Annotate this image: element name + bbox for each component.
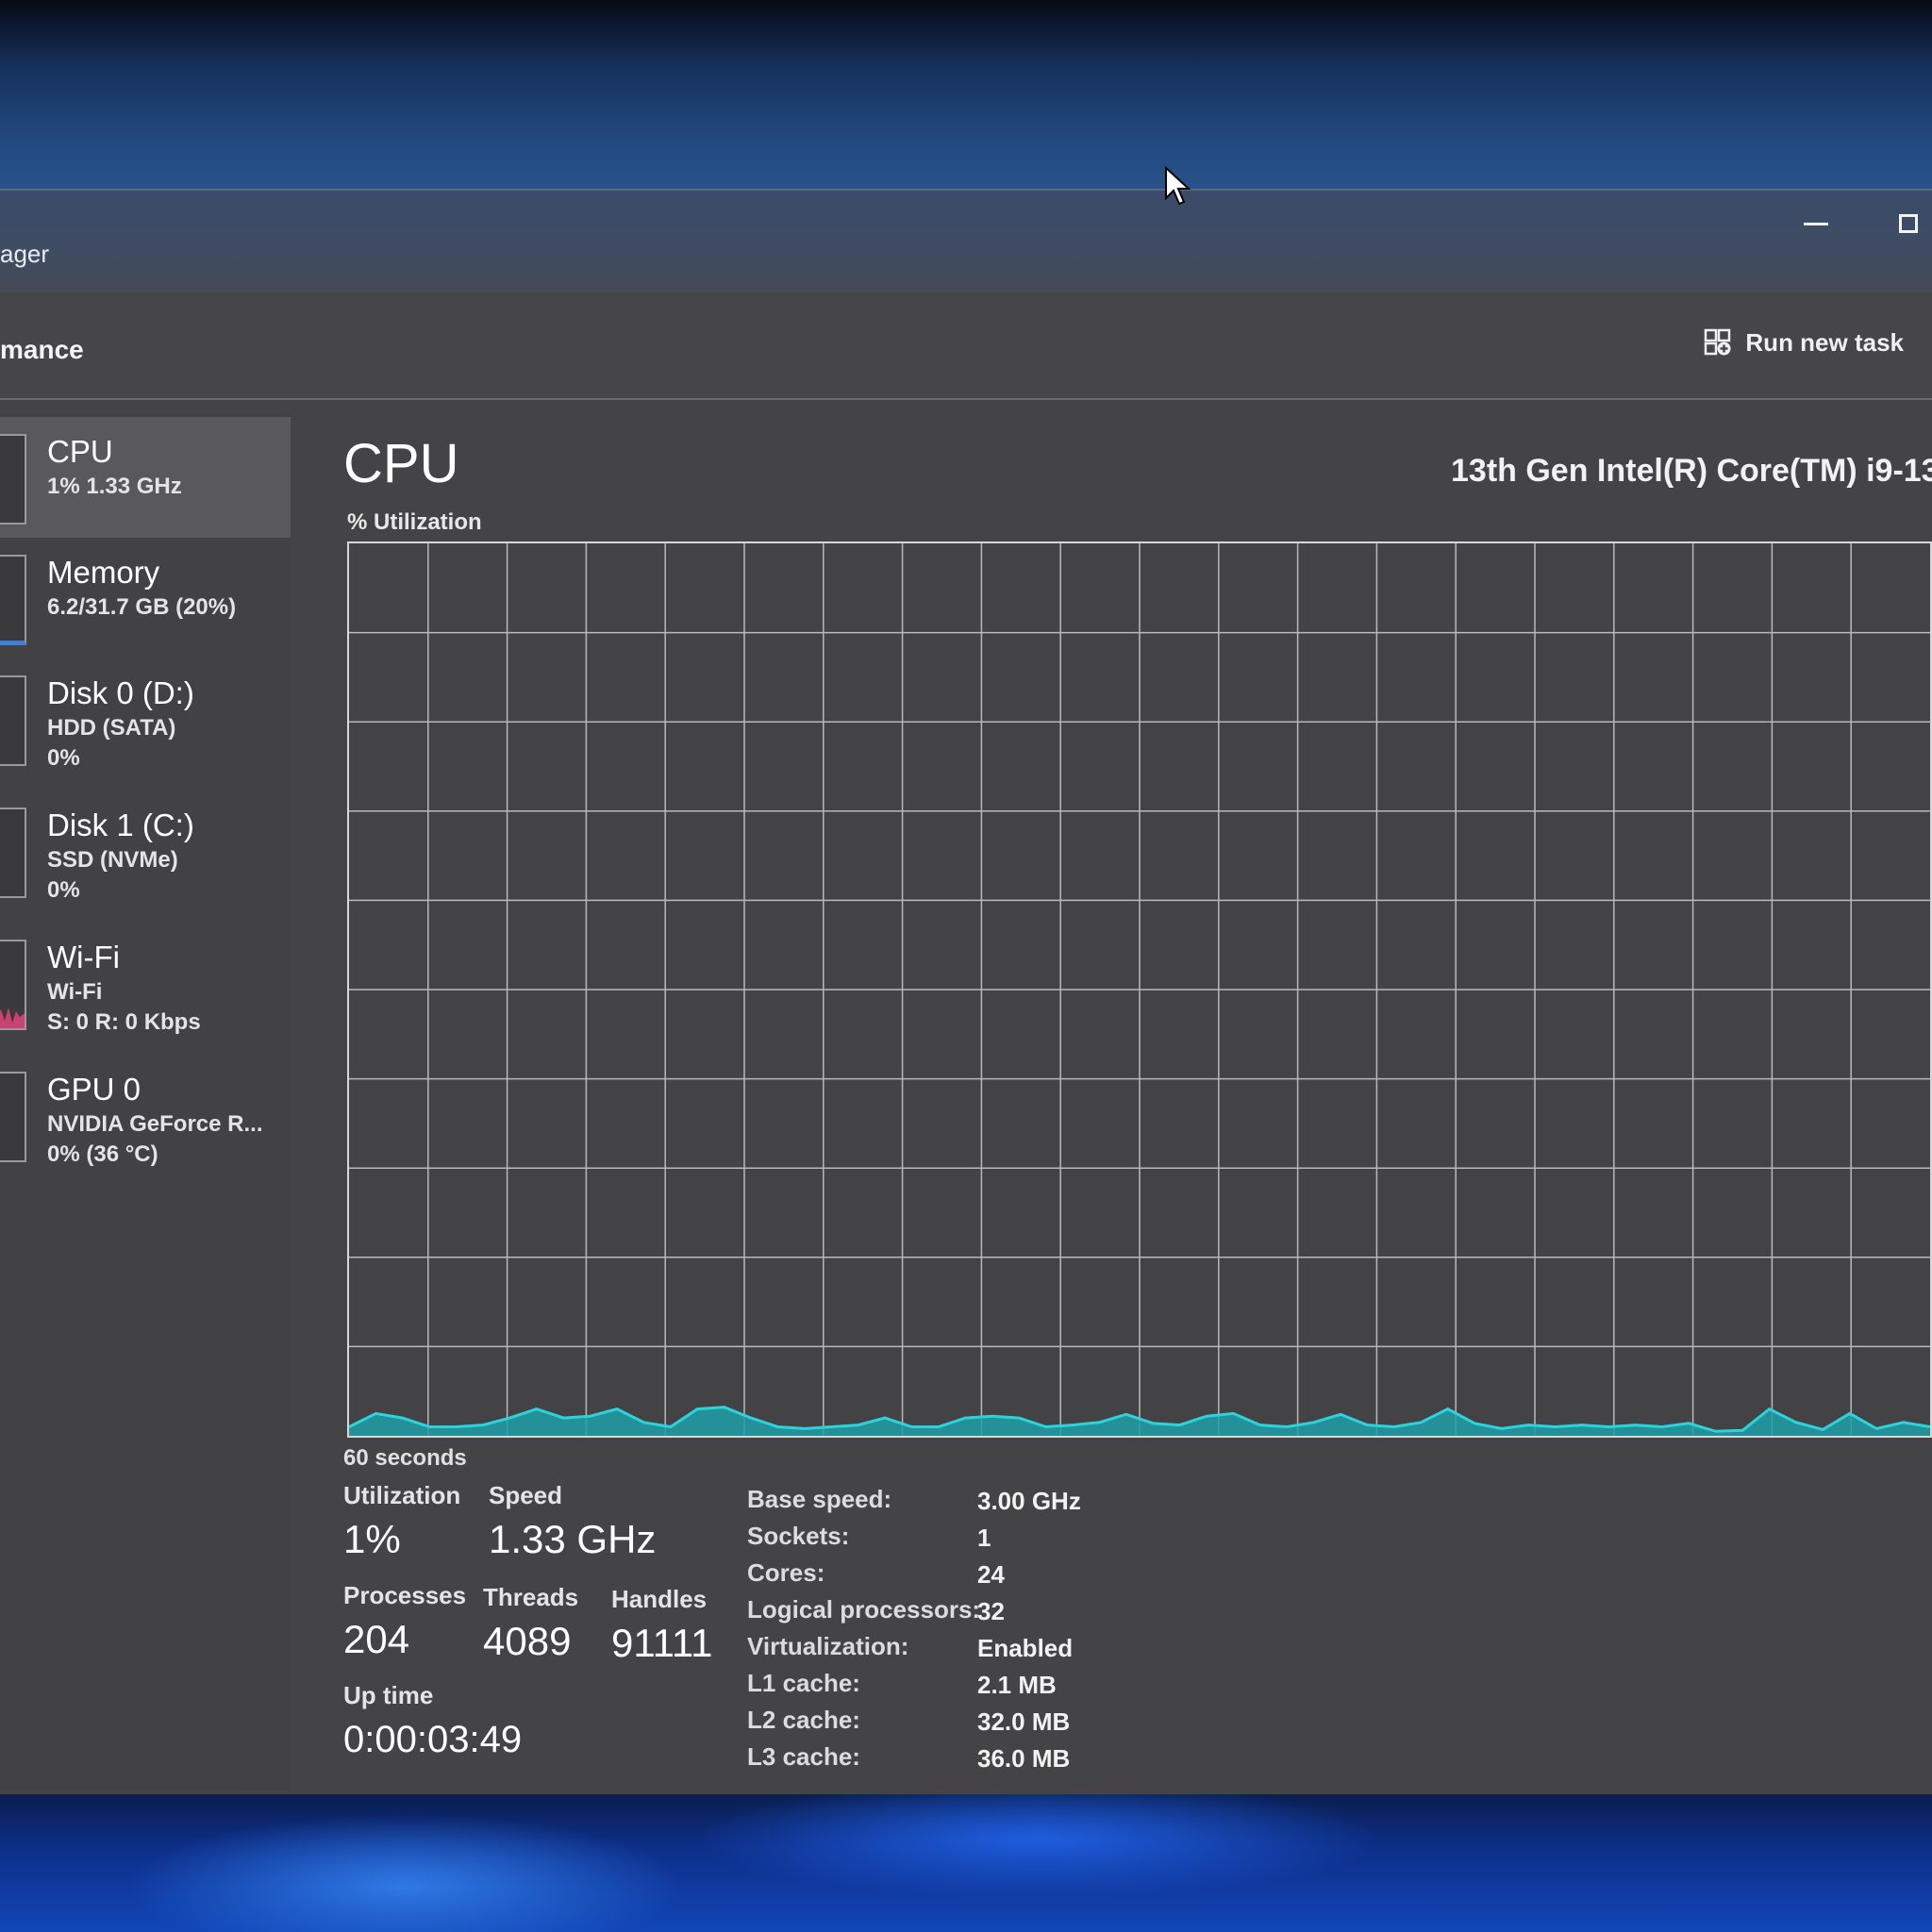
mouse-pointer-icon	[1165, 166, 1191, 206]
window-title: ager	[0, 240, 50, 268]
speed-value: 1.33 GHz	[489, 1517, 657, 1561]
sidebar-item-detail: 6.2/31.7 GB (20%)	[47, 594, 237, 620]
run-new-task-button[interactable]: Run new task	[1687, 319, 1921, 366]
sidebar-item-detail: SSD (NVMe)	[47, 847, 178, 873]
speed-label: Speed	[489, 1481, 563, 1509]
run-new-task-label: Run new task	[1745, 327, 1904, 357]
spec-label-sockets: Sockets:	[747, 1522, 850, 1550]
sidebar-item-name: CPU	[47, 434, 113, 469]
disk-1-thumbnail-graph	[0, 808, 26, 898]
spec-value-virtualization: Enabled	[977, 1634, 1074, 1662]
spec-label-virtualization: Virtualization:	[747, 1632, 909, 1660]
sidebar-item-name: GPU 0	[47, 1072, 142, 1107]
sidebar-item-usage: 0%	[47, 877, 80, 903]
memory-thumbnail-graph	[0, 555, 26, 645]
sidebar-item-memory[interactable]: Memory 6.2/31.7 GB (20%)	[0, 538, 291, 658]
cpu-detail-panel: CPU 13th Gen Intel(R) Core(TM) i9-139 % …	[341, 413, 1932, 1790]
threads-label: Threads	[483, 1583, 579, 1611]
sidebar-item-usage: 0%	[47, 745, 80, 771]
spec-value-base-speed: 3.00 GHz	[977, 1487, 1081, 1515]
gpu-thumbnail-graph	[0, 1072, 26, 1162]
graph-time-span-label: 60 seconds	[343, 1445, 467, 1471]
cpu-model-name: 13th Gen Intel(R) Core(TM) i9-139	[1451, 453, 1932, 489]
uptime-value: 0:00:03:49	[343, 1719, 523, 1760]
performance-sidebar: CPU 1% 1.33 GHz Memory 6.2/31.7 GB (20%)…	[0, 413, 291, 1790]
spec-label-base-speed: Base speed:	[747, 1485, 892, 1513]
spec-value-logical-processors: 32	[977, 1597, 1005, 1625]
utilization-value: 1%	[343, 1517, 401, 1561]
spec-label-logical-processors: Logical processors:	[747, 1595, 981, 1624]
graph-y-label: % Utilization	[347, 509, 482, 535]
sidebar-item-name: Wi-Fi	[47, 940, 120, 974]
desktop-wallpaper-top	[0, 0, 1932, 198]
sidebar-item-wifi[interactable]: Wi-Fi Wi-Fi S: 0 R: 0 Kbps	[0, 923, 291, 1043]
sidebar-item-detail: 1% 1.33 GHz	[47, 474, 182, 499]
cpu-utilization-graph	[347, 541, 1932, 1438]
spec-value-sockets: 1	[977, 1524, 991, 1552]
spec-value-cores: 24	[977, 1560, 1005, 1589]
cpu-utilization-chart	[349, 543, 1930, 1436]
processes-value: 204	[343, 1617, 410, 1661]
disk-0-thumbnail-graph	[0, 675, 26, 766]
spec-label-l3-cache: L3 cache:	[747, 1742, 860, 1771]
sidebar-item-name: Disk 0 (D:)	[47, 675, 194, 710]
sidebar-item-detail: HDD (SATA)	[47, 715, 176, 741]
sidebar-item-disk-1[interactable]: Disk 1 (C:) SSD (NVMe) 0%	[0, 791, 291, 911]
threads-value: 4089	[483, 1619, 572, 1663]
sidebar-item-disk-0[interactable]: Disk 0 (D:) HDD (SATA) 0%	[0, 658, 291, 779]
cpu-thumbnail-graph	[0, 434, 26, 525]
sidebar-item-usage: 0% (36 °C)	[47, 1141, 158, 1167]
spec-label-l2-cache: L2 cache:	[747, 1706, 860, 1734]
maximize-icon	[1899, 214, 1918, 233]
wifi-thumbnail-graph	[0, 940, 26, 1030]
run-task-icon	[1704, 328, 1732, 357]
spec-label-l1-cache: L1 cache:	[747, 1669, 860, 1697]
minimize-button[interactable]	[1783, 191, 1849, 257]
title-bar: ager	[0, 191, 1932, 292]
uptime-label: Up time	[343, 1681, 434, 1709]
utilization-label: Utilization	[343, 1481, 461, 1509]
detail-title: CPU	[343, 433, 459, 494]
maximize-button[interactable]	[1875, 191, 1932, 257]
sidebar-item-detail: Wi-Fi	[47, 979, 103, 1005]
sidebar-item-name: Disk 1 (C:)	[47, 808, 194, 842]
minimize-icon	[1804, 222, 1828, 225]
handles-value: 91111	[611, 1621, 713, 1665]
sidebar-item-cpu[interactable]: CPU 1% 1.33 GHz	[0, 417, 291, 538]
sidebar-item-gpu-0[interactable]: GPU 0 NVIDIA GeForce R... 0% (36 °C)	[0, 1055, 291, 1175]
sidebar-item-name: Memory	[47, 555, 160, 590]
processes-label: Processes	[343, 1581, 467, 1609]
sidebar-item-throughput: S: 0 R: 0 Kbps	[47, 1009, 201, 1035]
spec-label-cores: Cores:	[747, 1558, 825, 1587]
page-header: mance Run new task	[0, 292, 1932, 400]
spec-value-l3-cache: 36.0 MB	[977, 1744, 1071, 1773]
desktop-wallpaper-bottom	[0, 1783, 1932, 1932]
spec-value-l2-cache: 32.0 MB	[977, 1707, 1071, 1736]
task-manager-window: ager mance Run new task CPU 1% 1.33 GHz …	[0, 189, 1932, 1794]
page-title: mance	[0, 335, 84, 364]
handles-label: Handles	[611, 1585, 708, 1613]
spec-value-l1-cache: 2.1 MB	[977, 1671, 1057, 1699]
sidebar-item-detail: NVIDIA GeForce R...	[47, 1111, 263, 1137]
